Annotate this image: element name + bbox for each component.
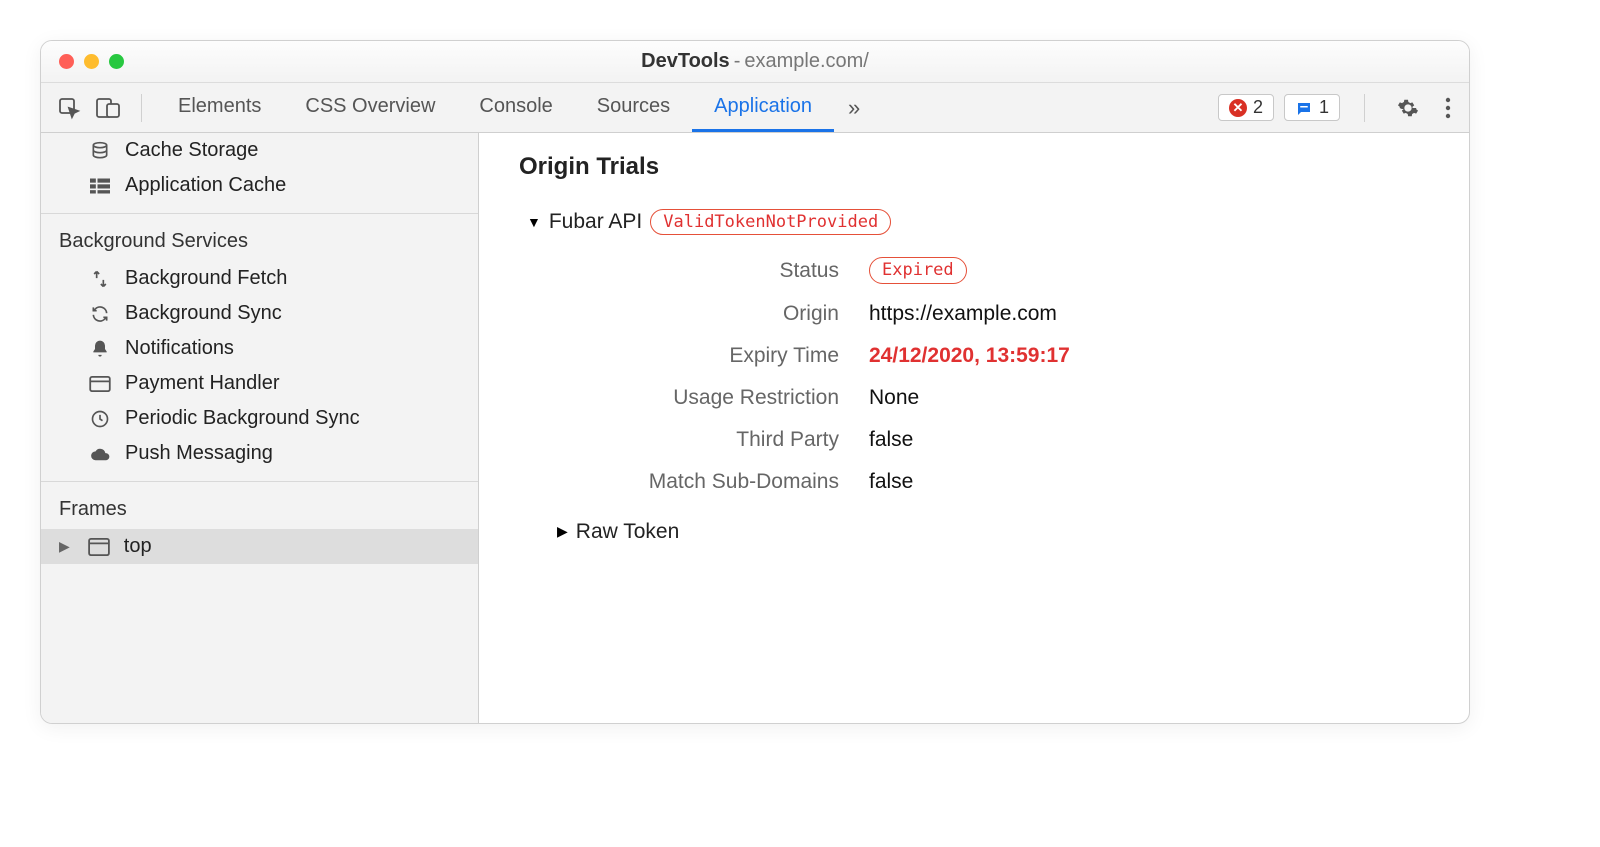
expiry-value: 24/12/2020, 13:59:17 bbox=[869, 344, 1429, 368]
devtools-body: Cache Storage Application Cache Backgrou… bbox=[41, 133, 1469, 723]
clock-icon bbox=[87, 408, 113, 430]
error-count-pill[interactable]: ✕ 2 bbox=[1218, 94, 1274, 121]
sidebar-label: Periodic Background Sync bbox=[125, 407, 360, 430]
minimize-icon[interactable] bbox=[84, 54, 99, 69]
tab-console[interactable]: Console bbox=[457, 83, 574, 132]
sidebar-item-cache-storage[interactable]: Cache Storage bbox=[41, 133, 478, 168]
toolbar-tabs: Elements CSS Overview Console Sources Ap… bbox=[156, 83, 834, 132]
window-title: DevTools - example.com/ bbox=[641, 50, 869, 73]
origin-trials-heading: Origin Trials bbox=[519, 153, 1429, 181]
sidebar-section-frames: Frames bbox=[41, 482, 478, 529]
trial-status-badge: ValidTokenNotProvided bbox=[650, 209, 891, 235]
more-tabs-icon[interactable]: » bbox=[834, 95, 874, 121]
third-party-value: false bbox=[869, 428, 1429, 452]
fetch-icon bbox=[87, 268, 113, 290]
sidebar-item-application-cache[interactable]: Application Cache bbox=[41, 168, 478, 203]
message-count: 1 bbox=[1319, 97, 1329, 118]
sync-icon bbox=[87, 303, 113, 325]
sidebar-label: Cache Storage bbox=[125, 139, 258, 162]
tab-css-overview[interactable]: CSS Overview bbox=[283, 83, 457, 132]
raw-token-row[interactable]: ▶ Raw Token bbox=[557, 520, 1429, 544]
toolbar-divider bbox=[141, 94, 142, 122]
sidebar-section-background-services: Background Services bbox=[41, 214, 478, 261]
sidebar-label: Notifications bbox=[125, 337, 234, 360]
trial-header-row[interactable]: ▼ Fubar API ValidTokenNotProvided bbox=[527, 209, 1429, 235]
origin-value: https://example.com bbox=[869, 302, 1429, 326]
device-toolbar-icon[interactable] bbox=[95, 96, 121, 120]
toolbar-divider-right bbox=[1364, 94, 1365, 122]
frame-icon bbox=[86, 536, 112, 558]
toolbar-right: ✕ 2 1 bbox=[1218, 93, 1459, 123]
message-count-pill[interactable]: 1 bbox=[1284, 94, 1340, 121]
sidebar-item-push-messaging[interactable]: Push Messaging bbox=[41, 436, 478, 471]
sidebar-item-background-sync[interactable]: Background Sync bbox=[41, 296, 478, 331]
error-icon: ✕ bbox=[1229, 99, 1247, 117]
match-subdomains-key: Match Sub-Domains bbox=[559, 470, 839, 494]
sidebar-item-periodic-background-sync[interactable]: Periodic Background Sync bbox=[41, 401, 478, 436]
raw-token-label: Raw Token bbox=[576, 520, 680, 544]
error-count: 2 bbox=[1253, 97, 1263, 118]
maximize-icon[interactable] bbox=[109, 54, 124, 69]
tab-elements-label: Elements bbox=[178, 95, 261, 118]
grid-icon bbox=[87, 175, 113, 197]
usage-restriction-key: Usage Restriction bbox=[559, 386, 839, 410]
usage-restriction-value: None bbox=[869, 386, 1429, 410]
database-icon bbox=[87, 140, 113, 162]
inspect-icon[interactable] bbox=[57, 96, 81, 120]
message-icon bbox=[1295, 100, 1313, 118]
tab-css-overview-label: CSS Overview bbox=[305, 95, 435, 118]
sidebar-item-background-fetch[interactable]: Background Fetch bbox=[41, 261, 478, 296]
sidebar-item-frame-top[interactable]: ▶ top bbox=[41, 529, 478, 564]
devtools-window: DevTools - example.com/ Elements bbox=[40, 40, 1470, 724]
sidebar-label: Push Messaging bbox=[125, 442, 273, 465]
match-subdomains-value: false bbox=[869, 470, 1429, 494]
tab-sources-label: Sources bbox=[597, 95, 670, 118]
disclosure-triangle-icon[interactable]: ▼ bbox=[527, 214, 541, 230]
disclosure-triangle-icon[interactable]: ▶ bbox=[557, 523, 568, 540]
sidebar-item-notifications[interactable]: Notifications bbox=[41, 331, 478, 366]
title-app: DevTools bbox=[641, 50, 730, 73]
status-key: Status bbox=[559, 259, 839, 283]
application-sidebar: Cache Storage Application Cache Backgrou… bbox=[41, 133, 479, 723]
close-icon[interactable] bbox=[59, 54, 74, 69]
tab-application[interactable]: Application bbox=[692, 83, 834, 132]
title-url: example.com/ bbox=[744, 50, 869, 73]
devtools-toolbar: Elements CSS Overview Console Sources Ap… bbox=[41, 83, 1469, 133]
main-pane: Origin Trials ▼ Fubar API ValidTokenNotP… bbox=[479, 133, 1469, 723]
trial-properties: Status Expired Origin https://example.co… bbox=[559, 257, 1429, 493]
sidebar-item-payment-handler[interactable]: Payment Handler bbox=[41, 366, 478, 401]
tab-elements[interactable]: Elements bbox=[156, 83, 283, 132]
status-badge: Expired bbox=[869, 257, 967, 283]
mac-titlebar: DevTools - example.com/ bbox=[41, 41, 1469, 83]
bell-icon bbox=[87, 338, 113, 360]
cloud-icon bbox=[87, 443, 113, 465]
sidebar-label: Payment Handler bbox=[125, 372, 280, 395]
sidebar-label: Background Sync bbox=[125, 302, 282, 325]
traffic-lights bbox=[59, 54, 124, 69]
trial-name: Fubar API bbox=[549, 210, 642, 234]
more-options-icon[interactable] bbox=[1437, 93, 1459, 123]
tab-application-label: Application bbox=[714, 95, 812, 118]
sidebar-label: top bbox=[124, 535, 152, 558]
expiry-key: Expiry Time bbox=[559, 344, 839, 368]
third-party-key: Third Party bbox=[559, 428, 839, 452]
card-icon bbox=[87, 373, 113, 395]
status-value: Expired bbox=[869, 257, 1429, 283]
disclosure-triangle-icon[interactable]: ▶ bbox=[59, 538, 70, 555]
toolbar-left-icons bbox=[51, 96, 127, 120]
tab-sources[interactable]: Sources bbox=[575, 83, 692, 132]
sidebar-label: Application Cache bbox=[125, 174, 286, 197]
origin-key: Origin bbox=[559, 302, 839, 326]
settings-icon[interactable] bbox=[1389, 93, 1427, 123]
tab-console-label: Console bbox=[479, 95, 552, 118]
title-sep: - bbox=[734, 50, 741, 73]
sidebar-label: Background Fetch bbox=[125, 267, 287, 290]
